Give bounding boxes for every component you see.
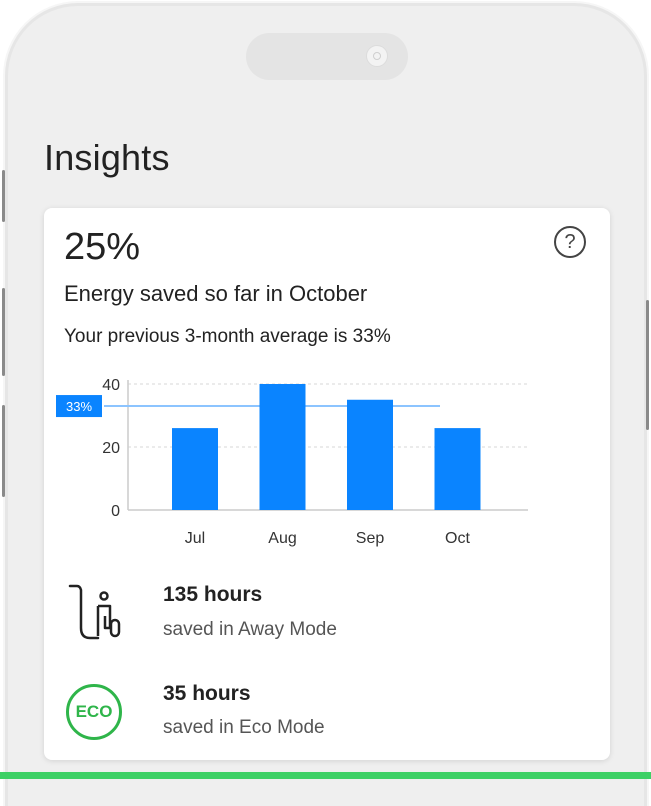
y-tick-label: 0 [111, 503, 120, 520]
eco-mode-label: saved in Eco Mode [163, 717, 325, 738]
bottom-accent-bar [0, 772, 651, 779]
x-tick-label: Jul [185, 530, 205, 547]
bar-jul [172, 428, 218, 510]
x-tick-label: Aug [268, 530, 296, 547]
average-badge-label: 33% [66, 399, 92, 414]
away-mode-hours: 135 hours [163, 583, 263, 606]
away-mode-label: saved in Away Mode [163, 619, 337, 640]
bar-oct [434, 428, 481, 510]
eco-icon: ECO [66, 684, 122, 740]
y-tick-label: 40 [102, 377, 120, 394]
x-tick-label: Oct [445, 530, 470, 547]
x-tick-label: Sep [356, 530, 385, 547]
savings-bar-chart: 0 20 40 Jul Aug Sep Oct 33% [56, 377, 528, 547]
away-mode-icon [68, 584, 121, 640]
eco-icon-text: ECO [75, 702, 113, 721]
bar-aug [259, 384, 306, 510]
y-tick-label: 20 [102, 440, 120, 457]
eco-mode-hours: 35 hours [163, 682, 251, 705]
bar-sep [347, 399, 393, 510]
